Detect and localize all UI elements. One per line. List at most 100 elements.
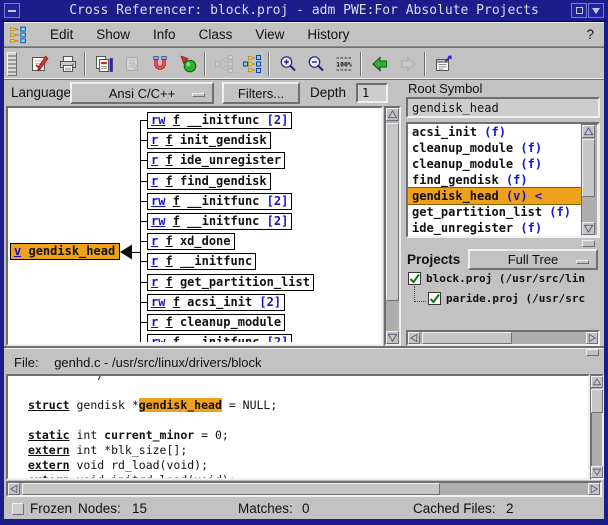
help-menu[interactable]: ? [586, 27, 594, 42]
graph-trunk-line [140, 120, 141, 342]
scroll-down-icon[interactable] [582, 222, 595, 235]
graph-node[interactable]: rw f __initfunc [2] [147, 334, 292, 342]
code-text: void rd_load(void); [70, 458, 208, 472]
checkbox-checked-icon[interactable] [428, 292, 441, 305]
print-button[interactable] [54, 51, 81, 77]
title-bar[interactable]: Cross Referencer: block.proj - adm PWE:F… [0, 0, 608, 22]
toolbar-drag-handle[interactable] [7, 52, 17, 76]
history-back-button[interactable] [366, 51, 393, 77]
magnet-button[interactable] [146, 51, 173, 77]
scroll-left-icon[interactable] [8, 483, 20, 495]
symbol-list-item[interactable]: acsi_init (f) [408, 124, 585, 140]
history-forward-button [394, 51, 421, 77]
symbol-list-scrollbar[interactable] [581, 124, 598, 236]
graph-collapse-icon [214, 54, 234, 74]
scroll-up-icon[interactable] [591, 376, 603, 388]
filters-button[interactable]: Filters... [222, 82, 300, 104]
depth-input[interactable] [356, 83, 388, 103]
symbol-list-item[interactable]: find_gendisk (f) [408, 172, 585, 188]
language-dropdown[interactable]: Ansi C/C++ [70, 82, 214, 104]
highlight-symbol-button[interactable] [174, 51, 201, 77]
root-symbol-input[interactable] [406, 97, 600, 118]
graph-node[interactable]: r f cleanup_module [147, 314, 285, 331]
graph-connector-line [140, 322, 147, 323]
project-item[interactable]: paride.proj (/usr/src [428, 292, 585, 305]
graph-node[interactable]: r f init_gendisk [147, 132, 271, 149]
graph-root-node[interactable]: v gendisk_head [10, 243, 120, 260]
magnet-icon [150, 54, 170, 74]
code-line: extern void rd_load(void); [28, 458, 208, 473]
graph-node[interactable]: r f get_partition_list [147, 274, 314, 291]
graph-expand-button[interactable] [238, 51, 265, 77]
zoom-in-button[interactable] [274, 51, 301, 77]
graph-connector-line [140, 140, 147, 141]
tree-connector-line [414, 286, 426, 302]
maximize-button[interactable] [571, 3, 587, 18]
code-text: struct [28, 398, 70, 412]
print-icon [58, 54, 78, 74]
scroll-down-icon[interactable] [591, 466, 603, 478]
window-menu-button[interactable] [588, 3, 604, 18]
frozen-checkbox[interactable] [12, 503, 24, 515]
graph-connector-line [140, 302, 147, 303]
graph-node[interactable]: rw f __initfunc [2] [147, 112, 292, 129]
pane-sash-grip[interactable] [582, 240, 595, 247]
scroll-right-icon[interactable] [588, 483, 600, 495]
scroll-down-icon[interactable] [386, 331, 399, 344]
graph-node[interactable]: r f find_gendisk [147, 173, 271, 190]
copy-symbol-button[interactable] [90, 51, 117, 77]
scroll-thumb[interactable] [591, 389, 603, 413]
symbol-list-item[interactable]: cleanup_module (f) [408, 140, 585, 156]
menu-edit[interactable]: Edit [50, 27, 73, 42]
scroll-thumb[interactable] [22, 483, 440, 495]
project-name: block.proj (/usr/src/lin [426, 272, 585, 285]
project-name: paride.proj (/usr/src [446, 292, 585, 305]
graph-node[interactable]: rw f __initfunc [2] [147, 213, 292, 230]
symbol-list-rows: acsi_init (f)cleanup_module (f)cleanup_m… [408, 124, 585, 236]
symbol-list-item[interactable]: cleanup_module (f) [408, 156, 585, 172]
zoom-out-button[interactable] [302, 51, 329, 77]
code-text: = NULL; [222, 398, 277, 412]
scroll-up-icon[interactable] [582, 125, 595, 138]
history-back-icon [370, 54, 390, 74]
graph-node[interactable]: r f ide_unregister [147, 152, 285, 169]
pane-sash-grip[interactable] [586, 349, 599, 356]
graph-node[interactable]: rw f acsi_init [2] [147, 294, 285, 311]
graph-vertical-scrollbar[interactable] [384, 106, 401, 346]
app-logo-icon [9, 26, 27, 44]
menu-show[interactable]: Show [96, 27, 130, 42]
symbol-list-item[interactable]: ide_unregister (f) [408, 220, 585, 236]
menu-class[interactable]: Class [199, 27, 233, 42]
symbol-list-item[interactable]: gendisk_head (v) < [408, 188, 585, 204]
code-text: current_minor [104, 428, 194, 442]
graph-node[interactable]: r f xd_done [147, 233, 235, 250]
code-vertical-scrollbar[interactable] [590, 374, 604, 480]
code-horizontal-scrollbar[interactable] [6, 481, 602, 497]
code-text: int [70, 428, 105, 442]
code-line: extern void initrd_load(void); [28, 473, 236, 480]
scroll-thumb[interactable] [386, 123, 399, 301]
projects-mode-dropdown[interactable]: Full Tree [468, 249, 598, 270]
graph-node[interactable]: rw f __initfunc [2] [147, 193, 292, 210]
toolbar-separator [204, 52, 206, 76]
nodes-label: Nodes: [78, 501, 121, 516]
scroll-thumb[interactable] [422, 332, 512, 344]
scroll-left-icon[interactable] [408, 332, 420, 344]
source-code-viewer[interactable]: */struct gendisk *gendisk_head = NULL;st… [6, 374, 590, 480]
edit-note-button[interactable] [26, 51, 53, 77]
project-item[interactable]: block.proj (/usr/src/lin [408, 272, 585, 285]
scroll-up-icon[interactable] [386, 108, 399, 121]
menu-info[interactable]: Info [153, 27, 176, 42]
menu-history[interactable]: History [307, 27, 349, 42]
nodes-value: 15 [132, 501, 147, 516]
projects-horizontal-scrollbar[interactable] [406, 330, 600, 346]
menu-view[interactable]: View [255, 27, 284, 42]
properties-button[interactable] [430, 51, 457, 77]
scroll-right-icon[interactable] [586, 332, 598, 344]
scroll-thumb[interactable] [582, 139, 595, 197]
zoom-100-button[interactable]: 100% [330, 51, 357, 77]
symbol-list-item[interactable]: get_partition_list (f) [408, 204, 585, 220]
graph-node[interactable]: r f __initfunc [147, 253, 256, 270]
checkbox-checked-icon[interactable] [408, 272, 421, 285]
graph-connector-line [140, 120, 147, 121]
